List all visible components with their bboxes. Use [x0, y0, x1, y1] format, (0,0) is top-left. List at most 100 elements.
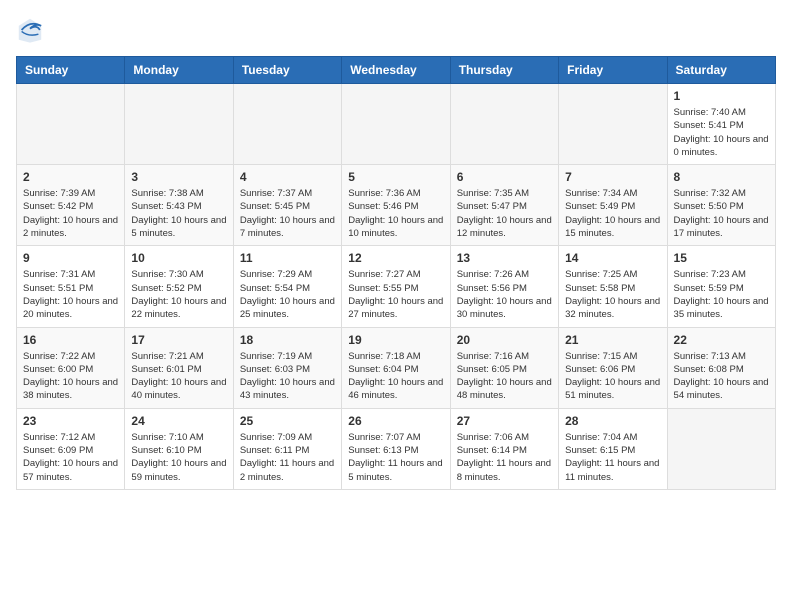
calendar-cell: [342, 84, 450, 165]
day-info: Sunrise: 7:09 AM Sunset: 6:11 PM Dayligh…: [240, 431, 335, 484]
day-info: Sunrise: 7:34 AM Sunset: 5:49 PM Dayligh…: [565, 187, 660, 240]
calendar-cell: 21 Sunrise: 7:15 AM Sunset: 6:06 PM Dayl…: [559, 327, 667, 408]
calendar-cell: 24 Sunrise: 7:10 AM Sunset: 6:10 PM Dayl…: [125, 408, 233, 489]
day-number: 10: [131, 251, 226, 265]
day-info: Sunrise: 7:39 AM Sunset: 5:42 PM Dayligh…: [23, 187, 118, 240]
calendar-cell: 26 Sunrise: 7:07 AM Sunset: 6:13 PM Dayl…: [342, 408, 450, 489]
day-number: 13: [457, 251, 552, 265]
day-number: 12: [348, 251, 443, 265]
calendar-week-row: 2 Sunrise: 7:39 AM Sunset: 5:42 PM Dayli…: [17, 165, 776, 246]
day-number: 11: [240, 251, 335, 265]
calendar-cell: 14 Sunrise: 7:25 AM Sunset: 5:58 PM Dayl…: [559, 246, 667, 327]
day-number: 22: [674, 333, 769, 347]
day-info: Sunrise: 7:16 AM Sunset: 6:05 PM Dayligh…: [457, 350, 552, 403]
weekday-header-thursday: Thursday: [450, 57, 558, 84]
day-number: 26: [348, 414, 443, 428]
day-number: 4: [240, 170, 335, 184]
calendar-cell: 4 Sunrise: 7:37 AM Sunset: 5:45 PM Dayli…: [233, 165, 341, 246]
day-number: 19: [348, 333, 443, 347]
day-info: Sunrise: 7:15 AM Sunset: 6:06 PM Dayligh…: [565, 350, 660, 403]
page-header: [16, 16, 776, 44]
day-info: Sunrise: 7:30 AM Sunset: 5:52 PM Dayligh…: [131, 268, 226, 321]
calendar-cell: [233, 84, 341, 165]
day-number: 16: [23, 333, 118, 347]
calendar-cell: 28 Sunrise: 7:04 AM Sunset: 6:15 PM Dayl…: [559, 408, 667, 489]
calendar-cell: 5 Sunrise: 7:36 AM Sunset: 5:46 PM Dayli…: [342, 165, 450, 246]
day-info: Sunrise: 7:22 AM Sunset: 6:00 PM Dayligh…: [23, 350, 118, 403]
day-info: Sunrise: 7:32 AM Sunset: 5:50 PM Dayligh…: [674, 187, 769, 240]
calendar-cell: [125, 84, 233, 165]
calendar-cell: 19 Sunrise: 7:18 AM Sunset: 6:04 PM Dayl…: [342, 327, 450, 408]
day-info: Sunrise: 7:36 AM Sunset: 5:46 PM Dayligh…: [348, 187, 443, 240]
day-info: Sunrise: 7:27 AM Sunset: 5:55 PM Dayligh…: [348, 268, 443, 321]
calendar-cell: [667, 408, 775, 489]
calendar-cell: 1 Sunrise: 7:40 AM Sunset: 5:41 PM Dayli…: [667, 84, 775, 165]
calendar: SundayMondayTuesdayWednesdayThursdayFrid…: [16, 56, 776, 490]
day-info: Sunrise: 7:38 AM Sunset: 5:43 PM Dayligh…: [131, 187, 226, 240]
calendar-cell: 13 Sunrise: 7:26 AM Sunset: 5:56 PM Dayl…: [450, 246, 558, 327]
calendar-cell: 12 Sunrise: 7:27 AM Sunset: 5:55 PM Dayl…: [342, 246, 450, 327]
calendar-cell: 9 Sunrise: 7:31 AM Sunset: 5:51 PM Dayli…: [17, 246, 125, 327]
calendar-cell: 27 Sunrise: 7:06 AM Sunset: 6:14 PM Dayl…: [450, 408, 558, 489]
day-number: 28: [565, 414, 660, 428]
day-info: Sunrise: 7:29 AM Sunset: 5:54 PM Dayligh…: [240, 268, 335, 321]
day-number: 18: [240, 333, 335, 347]
day-info: Sunrise: 7:12 AM Sunset: 6:09 PM Dayligh…: [23, 431, 118, 484]
calendar-cell: [450, 84, 558, 165]
day-info: Sunrise: 7:18 AM Sunset: 6:04 PM Dayligh…: [348, 350, 443, 403]
day-number: 24: [131, 414, 226, 428]
day-number: 7: [565, 170, 660, 184]
day-number: 8: [674, 170, 769, 184]
day-info: Sunrise: 7:21 AM Sunset: 6:01 PM Dayligh…: [131, 350, 226, 403]
weekday-header-saturday: Saturday: [667, 57, 775, 84]
day-number: 20: [457, 333, 552, 347]
day-info: Sunrise: 7:40 AM Sunset: 5:41 PM Dayligh…: [674, 106, 769, 159]
calendar-week-row: 9 Sunrise: 7:31 AM Sunset: 5:51 PM Dayli…: [17, 246, 776, 327]
calendar-cell: 25 Sunrise: 7:09 AM Sunset: 6:11 PM Dayl…: [233, 408, 341, 489]
weekday-header-tuesday: Tuesday: [233, 57, 341, 84]
weekday-header-friday: Friday: [559, 57, 667, 84]
day-number: 25: [240, 414, 335, 428]
weekday-header-monday: Monday: [125, 57, 233, 84]
calendar-week-row: 1 Sunrise: 7:40 AM Sunset: 5:41 PM Dayli…: [17, 84, 776, 165]
calendar-cell: 7 Sunrise: 7:34 AM Sunset: 5:49 PM Dayli…: [559, 165, 667, 246]
calendar-cell: 2 Sunrise: 7:39 AM Sunset: 5:42 PM Dayli…: [17, 165, 125, 246]
day-number: 5: [348, 170, 443, 184]
logo: [16, 16, 48, 44]
calendar-cell: 15 Sunrise: 7:23 AM Sunset: 5:59 PM Dayl…: [667, 246, 775, 327]
calendar-cell: 18 Sunrise: 7:19 AM Sunset: 6:03 PM Dayl…: [233, 327, 341, 408]
calendar-cell: 3 Sunrise: 7:38 AM Sunset: 5:43 PM Dayli…: [125, 165, 233, 246]
weekday-header-wednesday: Wednesday: [342, 57, 450, 84]
day-info: Sunrise: 7:07 AM Sunset: 6:13 PM Dayligh…: [348, 431, 443, 484]
day-info: Sunrise: 7:37 AM Sunset: 5:45 PM Dayligh…: [240, 187, 335, 240]
calendar-week-row: 16 Sunrise: 7:22 AM Sunset: 6:00 PM Dayl…: [17, 327, 776, 408]
day-number: 15: [674, 251, 769, 265]
day-info: Sunrise: 7:25 AM Sunset: 5:58 PM Dayligh…: [565, 268, 660, 321]
day-number: 9: [23, 251, 118, 265]
day-info: Sunrise: 7:04 AM Sunset: 6:15 PM Dayligh…: [565, 431, 660, 484]
day-info: Sunrise: 7:10 AM Sunset: 6:10 PM Dayligh…: [131, 431, 226, 484]
day-number: 3: [131, 170, 226, 184]
calendar-cell: 6 Sunrise: 7:35 AM Sunset: 5:47 PM Dayli…: [450, 165, 558, 246]
day-info: Sunrise: 7:06 AM Sunset: 6:14 PM Dayligh…: [457, 431, 552, 484]
day-info: Sunrise: 7:35 AM Sunset: 5:47 PM Dayligh…: [457, 187, 552, 240]
calendar-week-row: 23 Sunrise: 7:12 AM Sunset: 6:09 PM Dayl…: [17, 408, 776, 489]
calendar-cell: 17 Sunrise: 7:21 AM Sunset: 6:01 PM Dayl…: [125, 327, 233, 408]
weekday-header-sunday: Sunday: [17, 57, 125, 84]
calendar-cell: 23 Sunrise: 7:12 AM Sunset: 6:09 PM Dayl…: [17, 408, 125, 489]
calendar-cell: 10 Sunrise: 7:30 AM Sunset: 5:52 PM Dayl…: [125, 246, 233, 327]
weekday-header-row: SundayMondayTuesdayWednesdayThursdayFrid…: [17, 57, 776, 84]
calendar-cell: 11 Sunrise: 7:29 AM Sunset: 5:54 PM Dayl…: [233, 246, 341, 327]
day-number: 14: [565, 251, 660, 265]
day-info: Sunrise: 7:13 AM Sunset: 6:08 PM Dayligh…: [674, 350, 769, 403]
day-number: 23: [23, 414, 118, 428]
calendar-cell: 16 Sunrise: 7:22 AM Sunset: 6:00 PM Dayl…: [17, 327, 125, 408]
day-number: 2: [23, 170, 118, 184]
day-number: 27: [457, 414, 552, 428]
day-number: 21: [565, 333, 660, 347]
calendar-cell: 22 Sunrise: 7:13 AM Sunset: 6:08 PM Dayl…: [667, 327, 775, 408]
logo-icon: [16, 16, 44, 44]
day-number: 17: [131, 333, 226, 347]
day-number: 6: [457, 170, 552, 184]
calendar-cell: [17, 84, 125, 165]
